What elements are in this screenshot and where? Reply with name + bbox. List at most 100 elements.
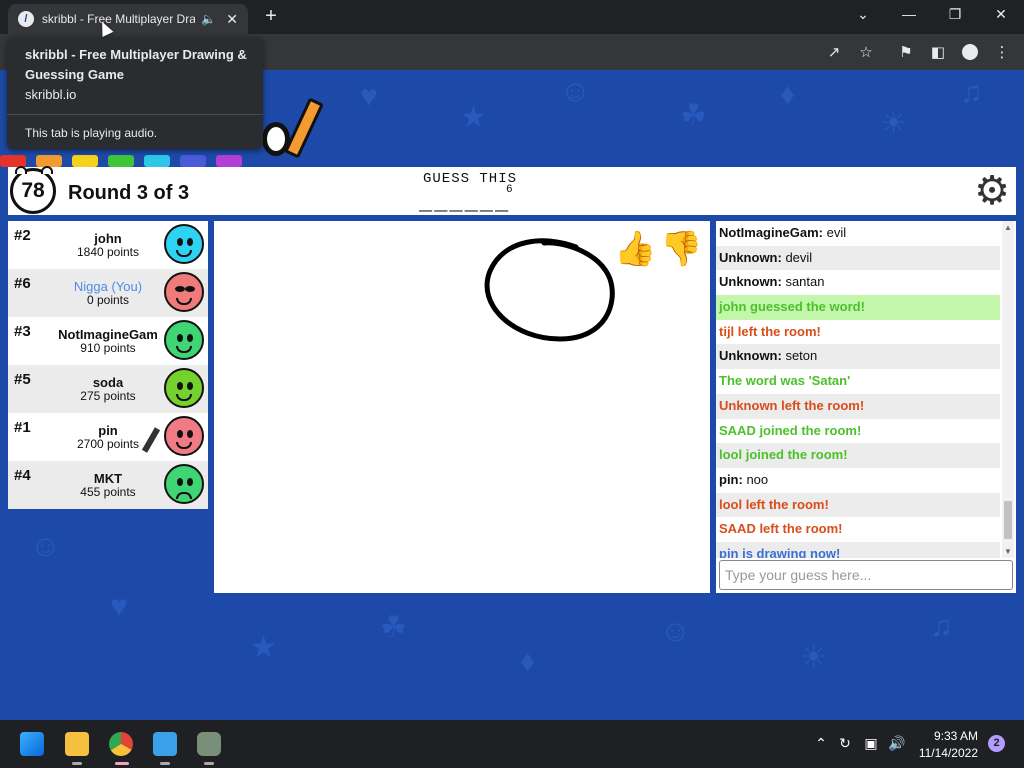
doodle-icon: ★ xyxy=(250,631,277,664)
player-row[interactable]: #4 MKT 455 points xyxy=(8,461,208,509)
chat-message: tijl left the room! xyxy=(716,320,1000,345)
scroll-up-arrow-icon[interactable]: ▲ xyxy=(1004,223,1012,232)
window-close-button[interactable]: ✕ xyxy=(989,6,1013,23)
browser-titlebar: / skribbl - Free Multiplayer Dra 🔈 ✕ + ⌄… xyxy=(0,0,1024,34)
minimize-button[interactable]: — xyxy=(897,6,921,22)
chat-text: Unknown left the room! xyxy=(719,397,865,413)
windows-taskbar: ⌃ ↻ ▣ 🔊 9:33 AM 11/14/2022 2 xyxy=(0,720,1024,768)
player-rank: #4 xyxy=(14,467,31,484)
network-icon[interactable]: ▣ xyxy=(862,735,880,752)
player-avatar xyxy=(164,464,204,504)
chat-message: pin is drawing now! xyxy=(716,541,1000,558)
taskbar-date[interactable]: 11/14/2022 xyxy=(912,746,978,760)
round-label: Round 3 of 3 xyxy=(68,182,190,204)
chat-text: tijl left the room! xyxy=(719,323,821,339)
task-indicator xyxy=(72,762,82,765)
player-row[interactable]: #2 john 1840 points xyxy=(8,221,208,269)
notification-badge[interactable]: 2 xyxy=(988,735,1005,752)
chat-message: Unknown left the room! xyxy=(716,393,1000,419)
player-row[interactable]: #5 soda 275 points xyxy=(8,365,208,413)
chat-message: Unknown: devil xyxy=(716,245,1000,271)
player-rank: #1 xyxy=(14,419,31,436)
doodle-icon: ☘ xyxy=(680,99,707,132)
tab-search-chevron-icon[interactable]: ⌄ xyxy=(851,6,875,23)
scrollbar-thumb[interactable] xyxy=(1004,501,1012,539)
tab-close-icon[interactable]: ✕ xyxy=(226,11,238,28)
clock-bell-left xyxy=(15,166,27,174)
tray-chevron-up-icon[interactable]: ⌃ xyxy=(812,735,830,752)
chat-author: Unknown: xyxy=(719,249,782,265)
chat-author: Unknown: xyxy=(719,348,782,364)
doodle-icon: ☀ xyxy=(800,641,827,674)
chat-message: john guessed the word! xyxy=(716,295,1000,320)
notepad-icon[interactable] xyxy=(153,732,177,756)
doodle-icon: ♥ xyxy=(360,80,378,113)
menu-dots-icon[interactable]: ⋮ xyxy=(992,43,1012,61)
player-points: 275 points xyxy=(80,389,136,403)
player-avatar xyxy=(164,416,204,456)
doodle-icon: ♦ xyxy=(780,78,796,111)
player-avatar xyxy=(164,224,204,264)
restore-button[interactable]: ❐ xyxy=(943,6,967,23)
chat-message: The word was 'Satan' xyxy=(716,369,1000,394)
player-row[interactable]: #3 NotImagineGam 910 points xyxy=(8,317,208,365)
doodle-icon: ☘ xyxy=(380,611,407,644)
player-points: 910 points xyxy=(80,341,136,355)
chat-message: SAAD joined the room! xyxy=(716,419,1000,444)
file-explorer-icon[interactable] xyxy=(65,732,89,756)
guess-input[interactable] xyxy=(719,560,1013,590)
chat-message: pin: noo xyxy=(716,468,1000,493)
logo-pencil-icon xyxy=(284,97,324,159)
task-indicator xyxy=(204,762,214,765)
chat-text: devil xyxy=(781,249,813,265)
timer-clock-icon: 78 xyxy=(10,166,56,214)
doodle-icon: ☺ xyxy=(660,615,691,648)
chat-text: santan xyxy=(781,274,825,290)
chat-author: Unknown: xyxy=(719,274,782,290)
profile-icon[interactable] xyxy=(962,44,978,60)
thumbs-up-icon[interactable]: 👍 xyxy=(614,229,656,269)
doodle-icon: ☺ xyxy=(560,75,591,108)
player-name: soda xyxy=(92,375,124,390)
drawing-canvas[interactable]: 👍 👎 xyxy=(214,221,710,593)
speaker-icon[interactable]: 🔈 xyxy=(201,12,216,26)
chat-message-list: NotImagineGam: evil Unknown: devil Unknown… xyxy=(716,221,1000,558)
sync-icon[interactable]: ↻ xyxy=(836,735,854,752)
player-row[interactable]: #1 pin 2700 points xyxy=(8,413,208,461)
settings-gear-icon[interactable]: ⚙ xyxy=(972,171,1012,211)
player-name: MKT xyxy=(93,471,123,486)
chat-author: NotImagineGam: xyxy=(719,225,824,240)
new-tab-button[interactable]: + xyxy=(260,5,282,28)
browser-tab[interactable]: / skribbl - Free Multiplayer Dra 🔈 ✕ xyxy=(8,4,248,34)
player-points: 455 points xyxy=(80,485,136,499)
chat-text: SAAD left the room! xyxy=(719,521,843,537)
bookmark-star-icon[interactable]: ☆ xyxy=(856,43,876,61)
side-panel-icon[interactable]: ◧ xyxy=(928,43,948,61)
chat-message: Unknown: santan xyxy=(716,270,1000,295)
word-blanks: ______ xyxy=(419,191,511,216)
player-row[interactable]: #6 Nigga (You) 0 points xyxy=(8,269,208,317)
player-name: NotImagineGam xyxy=(58,327,158,342)
share-icon[interactable]: ↗ xyxy=(824,43,844,61)
scroll-down-arrow-icon[interactable]: ▼ xyxy=(1004,547,1012,556)
chat-text: evil xyxy=(823,225,847,240)
player-rank: #6 xyxy=(14,275,31,292)
taskbar-time[interactable]: 9:33 AM xyxy=(920,729,978,743)
windows-start-icon[interactable] xyxy=(20,732,44,756)
canvas-drawing xyxy=(484,238,615,342)
chat-scrollbar[interactable]: ▲ ▼ xyxy=(1002,221,1014,558)
player-points: 1840 points xyxy=(76,245,140,259)
volume-icon[interactable]: 🔊 xyxy=(888,735,906,752)
word-length: 6 xyxy=(506,184,513,196)
hover-card-audio-note: This tab is playing audio. xyxy=(25,126,158,140)
tab-title: skribbl - Free Multiplayer Dra xyxy=(41,12,196,26)
app-icon[interactable] xyxy=(197,732,221,756)
player-points: 0 points xyxy=(86,293,130,307)
player-avatar xyxy=(164,272,204,312)
thumbs-down-icon[interactable]: 👎 xyxy=(660,229,702,269)
logo-strip xyxy=(0,154,260,168)
extensions-icon[interactable]: ⚑ xyxy=(896,43,916,61)
chat-author: pin: xyxy=(719,471,743,487)
chrome-icon[interactable] xyxy=(109,732,133,756)
chat-message: SAAD left the room! xyxy=(716,517,1000,542)
